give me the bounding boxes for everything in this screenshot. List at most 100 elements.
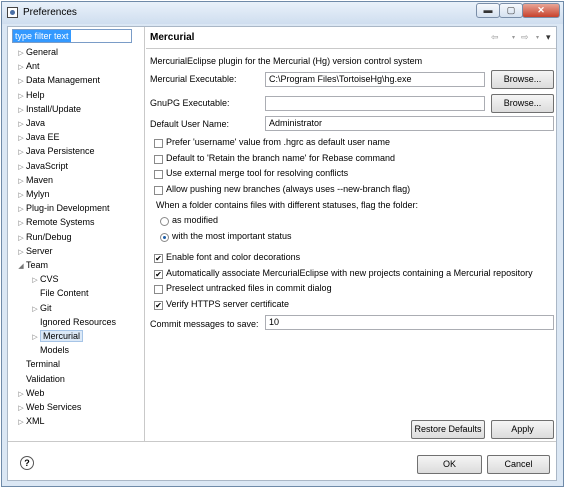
checkbox-label[interactable]: Default to 'Retain the branch name' for … <box>166 153 395 163</box>
tree-item-label: Java Persistence <box>26 146 95 157</box>
expand-arrow-icon[interactable]: ▷ <box>16 416 26 430</box>
commit-messages-label: Commit messages to save: <box>150 319 259 329</box>
ok-button[interactable]: OK <box>417 455 482 474</box>
tree-item-mylyn[interactable]: ▷ Mylyn <box>16 187 50 201</box>
as-modified-radio[interactable] <box>160 217 169 226</box>
preferences-window: Preferences ▬ ▢ ✕ type filter text ▷ Gene… <box>1 1 564 487</box>
checkbox-label[interactable]: Allow pushing new branches (always uses … <box>166 184 410 194</box>
gnupg-browse-button[interactable]: Browse... <box>491 94 554 113</box>
tree-item-models[interactable]: Models <box>30 343 69 357</box>
preselect-untracked-files-in-commit-dial-checkbox[interactable] <box>154 285 163 295</box>
tree-item-server[interactable]: ▷ Server <box>16 244 53 258</box>
checkbox-label[interactable]: Enable font and color decorations <box>166 252 300 262</box>
use-external-merge-tool-for-resolving-co-checkbox[interactable] <box>154 170 163 180</box>
tree-item-label: Mylyn <box>26 189 50 199</box>
tree-item-cvs[interactable]: ▷ CVS <box>30 272 59 286</box>
footer-separator <box>8 441 556 442</box>
forward-dropdown-icon[interactable]: ▾ <box>536 34 539 41</box>
tree-item-run-debug[interactable]: ▷ Run/Debug <box>16 230 71 244</box>
tree-item-java[interactable]: ▷ Java <box>16 116 45 130</box>
radio-label[interactable]: with the most important status <box>172 231 292 241</box>
tree-item-label: Java EE <box>26 132 60 143</box>
back-arrow-icon[interactable]: ⇦ <box>491 32 499 43</box>
title-separator <box>146 48 556 49</box>
default-to-retain-the-branch-name-for-re-checkbox[interactable] <box>154 154 163 164</box>
executable-browse-button[interactable]: Browse... <box>491 70 554 89</box>
tree-item-label: Plug-in Development <box>26 203 110 214</box>
tree-item-label: Install/Update <box>26 103 82 114</box>
dialog-content: type filter text ▷ General ▷ Ant ▷ Data Manag… <box>7 26 557 481</box>
gnupg-field[interactable] <box>265 96 485 111</box>
radio-label[interactable]: as modified <box>172 215 218 225</box>
mercurial-page: Mercurial ⇦ ▾ ⇨ ▾ ▾ MercurialEclipse plu… <box>146 27 556 441</box>
page-title: Mercurial <box>150 32 195 43</box>
tree-item-label: Team <box>26 260 49 270</box>
folder-status-group-label: When a folder contains files with differ… <box>156 200 418 210</box>
view-menu-icon[interactable]: ▾ <box>546 32 551 43</box>
minimize-button[interactable]: ▬ <box>476 3 500 18</box>
filter-input[interactable]: type filter text <box>12 29 132 43</box>
tree-item-label: Java <box>26 118 46 128</box>
tree-item-java-ee[interactable]: ▷ Java EE <box>16 130 60 144</box>
tree-item-mercurial[interactable]: ▷ Mercurial <box>30 329 84 343</box>
checkbox-label[interactable]: Prefer 'username' value from .hgrc as de… <box>166 137 390 147</box>
tree-item-team[interactable]: ◢ Team <box>16 258 48 272</box>
tree-item-label: Web Services <box>26 402 82 412</box>
tree-item-label: Terminal <box>26 359 61 370</box>
tree-item-validation[interactable]: Validation <box>16 372 65 386</box>
tree-item-label: Git <box>40 302 52 313</box>
tree-item-web-services[interactable]: ▷ Web Services <box>16 400 81 414</box>
tree-item-terminal[interactable]: Terminal <box>16 357 60 371</box>
checkbox-label[interactable]: Automatically associate MercurialEclipse… <box>166 268 533 278</box>
apply-button[interactable]: Apply <box>491 420 554 439</box>
with-the-most-important-status-radio[interactable] <box>160 232 169 242</box>
checkbox-label[interactable]: Use external merge tool for resolving co… <box>166 168 348 178</box>
verify-https-server-certificate-checkbox[interactable]: ✔ <box>154 301 163 311</box>
tree-item-label: CVS <box>40 274 59 285</box>
tree-item-label: Ant <box>26 61 40 72</box>
tree-item-maven[interactable]: ▷ Maven <box>16 173 53 187</box>
tree-item-label: File Content <box>40 288 89 299</box>
tree-item-git[interactable]: ▷ Git <box>30 301 52 315</box>
tree-item-plug-in-development[interactable]: ▷ Plug-in Development <box>16 201 110 215</box>
tree-item-label: Web <box>26 387 45 398</box>
tree-item-label: Maven <box>26 174 54 185</box>
back-dropdown-icon[interactable]: ▾ <box>512 34 515 41</box>
tree-item-label: General <box>26 47 59 57</box>
cancel-button[interactable]: Cancel <box>487 455 550 474</box>
tree-item-label: Data Management <box>26 75 101 86</box>
tree-item-label: JavaScript <box>26 160 69 171</box>
checkbox-label[interactable]: Preselect untracked files in commit dial… <box>166 283 332 293</box>
collapse-arrow-icon[interactable]: ◢ <box>16 260 26 274</box>
tree-item-javascript[interactable]: ▷ JavaScript <box>16 159 68 173</box>
close-button[interactable]: ✕ <box>522 3 560 18</box>
tree-item-install-update[interactable]: ▷ Install/Update <box>16 102 81 116</box>
help-icon[interactable]: ? <box>20 456 34 470</box>
tree-item-java-persistence[interactable]: ▷ Java Persistence <box>16 144 95 158</box>
tree-item-label: XML <box>26 416 45 427</box>
username-field[interactable]: Administrator <box>265 116 554 131</box>
tree-item-ant[interactable]: ▷ Ant <box>16 59 40 73</box>
filter-input-text: type filter text <box>13 30 71 42</box>
tree-item-help[interactable]: ▷ Help <box>16 88 44 102</box>
tree-item-remote-systems[interactable]: ▷ Remote Systems <box>16 215 94 229</box>
forward-arrow-icon[interactable]: ⇨ <box>521 32 529 43</box>
tree-item-general[interactable]: ▷ General <box>16 45 58 59</box>
automatically-associate-mercurialeclipse-checkbox[interactable]: ✔ <box>154 269 163 279</box>
allow-pushing-new-branches-always-uses-n-checkbox[interactable] <box>154 186 163 196</box>
title-bar: Preferences ▬ ▢ ✕ <box>2 2 563 24</box>
tree-item-xml[interactable]: ▷ XML <box>16 414 45 430</box>
tree-item-web[interactable]: ▷ Web <box>16 386 44 400</box>
prefer-username-value-from-hgrc-as-defau-checkbox[interactable] <box>154 139 163 148</box>
tree-item-data-management[interactable]: ▷ Data Management <box>16 73 100 87</box>
enable-font-and-color-decorations-checkbox[interactable]: ✔ <box>154 254 163 263</box>
executable-field[interactable]: C:\Program Files\TortoiseHg\hg.exe <box>265 72 485 87</box>
checkbox-label[interactable]: Verify HTTPS server certificate <box>166 299 289 309</box>
commit-messages-field[interactable]: 10 <box>265 315 554 330</box>
maximize-button[interactable]: ▢ <box>499 3 523 18</box>
tree-item-label: Server <box>26 245 53 256</box>
gnupg-label: GnuPG Executable: <box>150 98 230 108</box>
restore-defaults-button[interactable]: Restore Defaults <box>411 420 485 439</box>
tree-item-ignored-resources[interactable]: Ignored Resources <box>30 315 116 329</box>
tree-item-file-content[interactable]: File Content <box>30 286 89 300</box>
